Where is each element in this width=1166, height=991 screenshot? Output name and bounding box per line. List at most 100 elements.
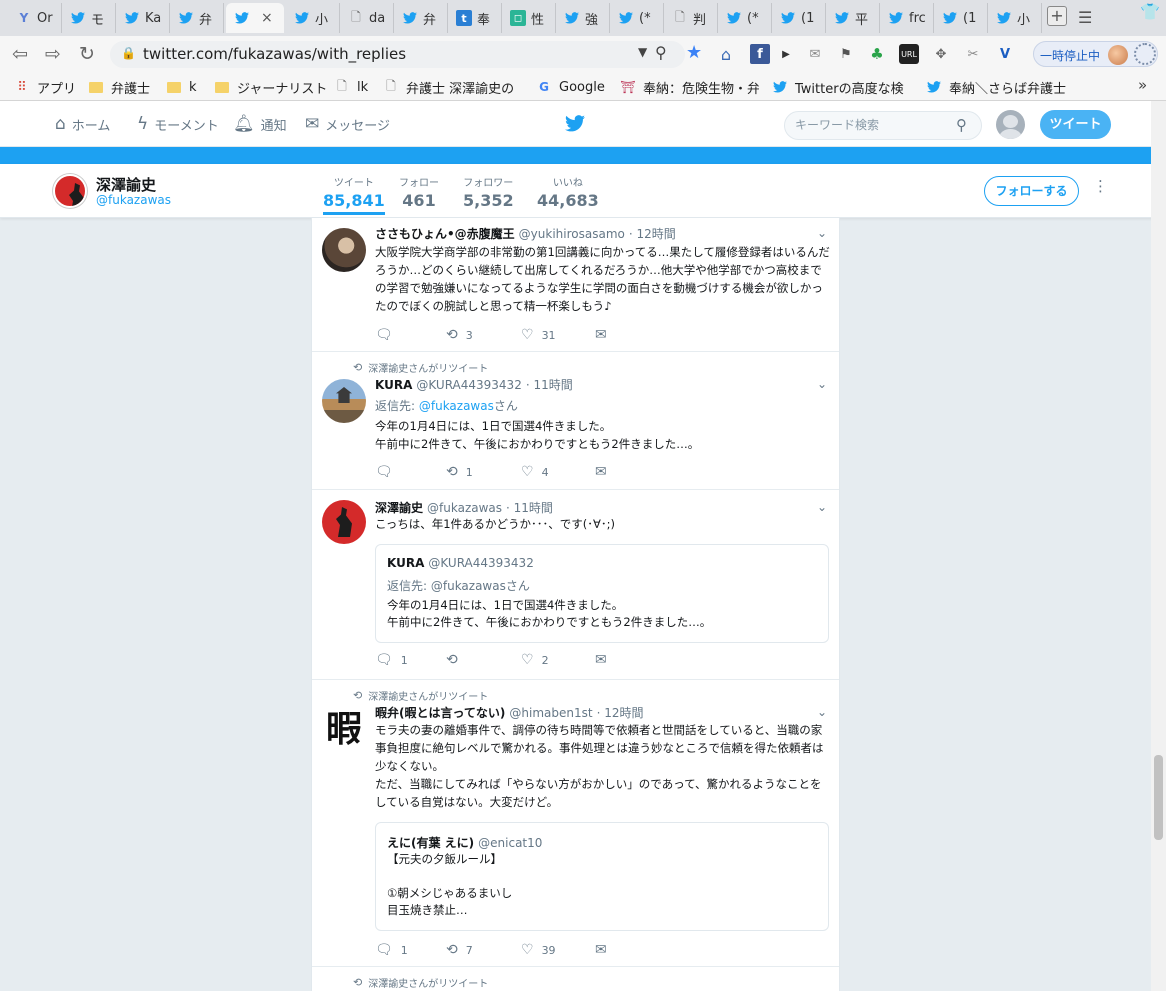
timestamp[interactable]: · 11時間 [526,376,573,393]
url-bar[interactable]: 🔒 twitter.com/fukazawas/with_replies ▼ ⚲ [110,41,685,68]
play-icon[interactable]: ▶ [776,44,796,64]
nav-notifications[interactable]: 🔔︎ 通知 [233,114,287,134]
author-handle[interactable]: @KURA44393432 [416,378,521,392]
retweet-button[interactable]: ⟲ 1 [446,464,473,480]
bookmark-icon[interactable]: ⚑ [836,44,856,64]
bookmark-link[interactable]: 奉納＼さらば弁護士 [927,77,1067,97]
browser-tab-active[interactable]: × [226,3,284,33]
reload-icon[interactable]: ↻ [79,44,95,64]
zoom-icon[interactable]: ⚲ [655,43,667,62]
bookmark-apps[interactable]: ⠿ アプリ [15,77,76,97]
browser-tab[interactable]: 小 [988,3,1042,33]
tweet[interactable]: ⟲ 深澤諭史さんがリツイート 暇 暇弁(暇とは言ってない) @himaben1st… [312,680,839,967]
avatar[interactable]: 暇 [322,704,366,748]
author-name[interactable]: ささもひょん•@赤腹魔王 [375,225,515,242]
browser-tab[interactable]: 弁 [170,3,224,33]
close-tab-icon[interactable]: × [261,10,273,26]
timestamp[interactable]: · 11時間 [506,499,553,516]
follow-button[interactable]: フォローする [984,176,1079,206]
scrollbar-thumb[interactable] [1154,755,1163,840]
reply-button[interactable]: 🗨︎ [375,327,401,343]
profile-pause-chip[interactable]: 一時停止中 [1033,41,1158,67]
retweet-button[interactable]: ⟲ 3 [446,327,473,343]
profile-handle[interactable]: @fukazawas [96,193,171,207]
bookmark-link[interactable]: ⛩ 奉納：危険生物・弁 [621,77,759,97]
reply-to-link[interactable]: @fukazawas [419,399,494,413]
browser-tab[interactable]: t奉 [448,3,502,33]
browser-tab[interactable]: frc [880,3,934,33]
more-options-icon[interactable]: ⋮ [1093,179,1108,194]
profile-name[interactable]: 深澤諭史 [96,174,156,195]
quoted-tweet[interactable]: えに(有葉 えに) @enicat10 【元夫の夕飯ルール】 ①朝メシじゃあるまい… [375,822,829,931]
url-text[interactable]: twitter.com/fukazawas/with_replies [143,45,406,63]
tweet[interactable]: 深澤諭史 @fukazawas · 11時間 ⌄ こっちは、年1件あるかどうか･… [312,490,839,680]
user-avatar[interactable] [996,110,1025,139]
author-handle[interactable]: @himaben1st [509,706,592,720]
evernote-icon[interactable]: ♣ [867,44,887,64]
back-arrow-icon[interactable]: ⇦ [12,44,28,64]
browser-tab[interactable]: (* [610,3,664,33]
tab-list-icon[interactable]: ☰ [1078,8,1092,27]
bookmark-link[interactable]: 🗋 弁護士 深澤諭史の [384,77,524,97]
stat-likes[interactable]: いいね 44,683 [537,174,599,210]
reply-button[interactable]: 🗨︎ 1 [375,942,408,958]
search-icon[interactable]: ⚲ [956,116,967,134]
stat-following[interactable]: フォロー 461 [399,174,439,210]
compose-tweet-button[interactable]: ツイート [1040,110,1111,139]
chevron-down-icon[interactable]: ⌄ [817,500,827,514]
settings-gear-icon[interactable] [1134,43,1156,65]
move-icon[interactable]: ✥ [931,44,951,64]
browser-tab[interactable]: Ka [116,3,170,33]
dm-button[interactable]: ✉ [595,652,615,668]
timestamp[interactable]: · 12時間 [597,704,644,721]
browser-tab[interactable]: ◻ 性 [502,3,556,33]
browser-tab[interactable]: 強 [556,3,610,33]
bookmark-link[interactable]: Twitterの高度な検 [773,77,913,97]
new-tab-button[interactable]: + [1047,6,1067,26]
author-name[interactable]: 深澤諭史 [375,499,423,516]
browser-tab[interactable]: 小 [286,3,340,33]
reply-button[interactable]: 🗨︎ [375,464,401,480]
url-shortener-icon[interactable]: URL [899,44,919,64]
timestamp[interactable]: · 12時間 [629,225,676,242]
shirt-icon[interactable]: 👕 [1140,2,1160,21]
search-input[interactable] [795,118,955,132]
stat-followers[interactable]: フォロワー 5,352 [463,174,514,210]
like-button[interactable]: ♡ 31 [521,327,556,343]
dm-button[interactable]: ✉ [595,464,615,480]
browser-tab[interactable]: 弁 [394,3,448,33]
chevron-down-icon[interactable]: ⌄ [817,226,827,240]
browser-tab[interactable]: (1 [934,3,988,33]
nav-messages[interactable]: ✉ メッセージ [305,114,390,134]
bookmark-folder[interactable]: ジャーナリスト [215,77,327,97]
reply-button[interactable]: 🗨︎ 1 [375,652,408,668]
facebook-icon[interactable]: f [750,44,770,64]
browser-tab[interactable]: (1 [772,3,826,33]
profile-avatar[interactable] [53,174,87,208]
author-handle[interactable]: @yukihirosasamo [519,227,625,241]
like-button[interactable]: ♡ 2 [521,652,549,668]
like-button[interactable]: ♡ 39 [521,942,556,958]
bookmark-link[interactable]: 🗋 lk [335,77,368,97]
twitter-logo-icon[interactable] [565,115,585,135]
page-scrollbar[interactable] [1151,101,1166,991]
stat-tweets[interactable]: ツイート 85,841 [323,174,385,215]
browser-tab[interactable]: 🗋 判 [664,3,718,33]
retweet-button[interactable]: ⟲ [446,652,466,668]
browser-tab[interactable]: Y Or [8,3,62,33]
nav-home[interactable]: ⌂ ホーム [55,114,110,134]
avatar[interactable] [322,500,366,544]
bookmark-link[interactable]: G Google [537,77,605,97]
dm-button[interactable]: ✉ [595,327,615,343]
bookmark-folder[interactable]: 弁護士 [89,77,150,97]
quoted-tweet[interactable]: KURA @KURA44393432 返信先: @fukazawasさん 今年の1… [375,544,829,643]
author-name[interactable]: 暇弁(暇とは言ってない) [375,704,505,721]
author-name[interactable]: KURA [375,378,412,392]
bookmark-star-icon[interactable]: ★ [686,42,702,63]
tweet[interactable]: ⟲ 深澤諭史さんがリツイート KURA @KURA44393432 · 11時間 … [312,352,839,490]
tweet[interactable]: ⟲ 深澤諭史さんがリツイート [312,967,839,991]
forward-arrow-icon[interactable]: ⇨ [45,44,61,64]
mail-icon[interactable]: ✉ [805,44,825,64]
tweet[interactable]: ⟲深澤諭史さんがリツイート ささもひょん•@赤腹魔王 @yukihirosasa… [312,218,839,352]
author-handle[interactable]: @fukazawas [427,501,502,515]
